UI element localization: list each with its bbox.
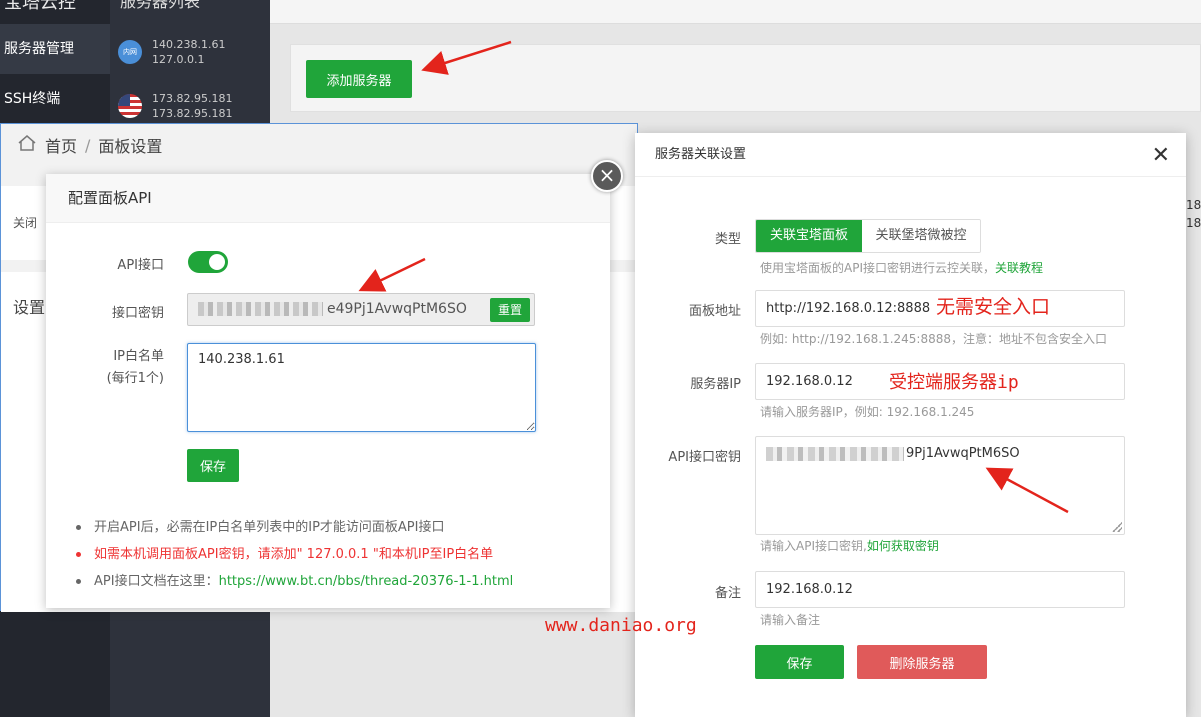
remark-input[interactable]: 192.168.0.12 bbox=[755, 571, 1125, 608]
close-icon[interactable]: × bbox=[591, 160, 623, 192]
home-icon[interactable] bbox=[17, 134, 37, 156]
nav-item-server-management[interactable]: 服务器管理 bbox=[0, 24, 110, 74]
whitelist-label: IP白名单 bbox=[113, 349, 164, 364]
server-ip-primary: 173.82.95.181 bbox=[152, 92, 233, 105]
api-key-value: 9Pj1AvwqPtM6SO bbox=[906, 446, 1020, 461]
api-key-textarea[interactable]: 9Pj1AvwqPtM6SO bbox=[755, 436, 1125, 535]
reset-key-button[interactable]: 重置 bbox=[490, 298, 530, 322]
panel-address-label: 面板地址 bbox=[688, 304, 741, 319]
server-association-dialog: 服务器关联设置 ✕ 类型 关联宝塔面板 关联堡塔微被控 使用宝塔面板的API接口… bbox=[635, 133, 1186, 717]
annotation-no-security-entry: 无需安全入口 bbox=[936, 296, 1051, 318]
lan-badge-icon: 内网 bbox=[118, 40, 142, 64]
toolbar-card: 添加服务器 bbox=[290, 44, 1201, 112]
edge-text: 18 bbox=[1186, 198, 1201, 212]
api-key-value: e49Pj1AvwqPtM6SO bbox=[327, 301, 467, 317]
type-segmented-control: 关联宝塔面板 关联堡塔微被控 bbox=[755, 219, 981, 253]
edge-text: 18 bbox=[1186, 216, 1201, 230]
remark-hint: 请输入备注 bbox=[760, 613, 821, 627]
note-item-warning: 如需本机调用面板API密钥，请添加" 127.0.0.1 "和本机IP至IP白名… bbox=[74, 541, 513, 568]
note-item: 开启API后，必需在IP白名单列表中的IP才能访问面板API接口 bbox=[74, 514, 513, 541]
toggle-knob bbox=[209, 254, 225, 270]
resize-handle-icon[interactable] bbox=[1112, 522, 1122, 532]
server-list-header: 服务器列表 bbox=[120, 0, 201, 11]
panel-address-hint: 例如: http://192.168.1.245:8888，注意：地址不包含安全… bbox=[760, 332, 1107, 346]
watermark: www.daniao.org bbox=[545, 615, 697, 636]
breadcrumb-separator: / bbox=[85, 135, 91, 155]
server-ip-secondary: 127.0.0.1 bbox=[152, 53, 205, 66]
api-toggle-label: API接口 bbox=[117, 258, 164, 273]
server-ip-secondary: 173.82.95.181 bbox=[152, 107, 233, 120]
nav-item-ssh-terminal[interactable]: SSH终端 bbox=[0, 74, 110, 124]
server-ip-hint: 请输入服务器IP，例如: 192.168.1.245 bbox=[760, 405, 975, 419]
partial-close-label: 关闭 bbox=[13, 216, 38, 230]
breadcrumb: 首页 / 面板设置 bbox=[17, 133, 162, 157]
type-option-bt-panel[interactable]: 关联宝塔面板 bbox=[756, 220, 862, 252]
redacted-blur bbox=[198, 302, 323, 316]
ip-whitelist-input[interactable] bbox=[187, 343, 536, 432]
add-server-button[interactable]: 添加服务器 bbox=[306, 60, 412, 98]
delete-server-button[interactable]: 删除服务器 bbox=[857, 645, 987, 679]
annotation-controlled-server-ip: 受控端服务器ip bbox=[889, 372, 1019, 393]
notes-list: 开启API后，必需在IP白名单列表中的IP才能访问面板API接口 如需本机调用面… bbox=[74, 514, 513, 595]
close-icon[interactable]: ✕ bbox=[1152, 143, 1170, 168]
save-button[interactable]: 保存 bbox=[187, 449, 239, 482]
app-logo: 宝塔云控 bbox=[4, 0, 76, 13]
type-label: 类型 bbox=[714, 232, 741, 247]
redacted-blur bbox=[766, 446, 904, 461]
api-toggle[interactable] bbox=[188, 251, 228, 273]
api-config-dialog: 配置面板API API接口 接口密钥 e49Pj1AvwqPtM6SO 重置 I… bbox=[46, 174, 610, 608]
partial-settings-label: 设置 bbox=[13, 298, 46, 317]
us-flag-icon bbox=[118, 94, 142, 118]
api-docs-link[interactable]: https://www.bt.cn/bbs/thread-20376-1-1.h… bbox=[219, 574, 514, 589]
server-list-item[interactable]: 内网 140.238.1.61 127.0.0.1 bbox=[118, 30, 268, 74]
dialog-title: 配置面板API bbox=[46, 174, 610, 223]
api-key-label: 接口密钥 bbox=[111, 306, 164, 321]
server-ip-primary: 140.238.1.61 bbox=[152, 38, 226, 51]
breadcrumb-current: 面板设置 bbox=[98, 137, 163, 156]
api-key-hint: 请输入API接口密钥,如何获取密钥 bbox=[760, 539, 939, 553]
api-key-label: API接口密钥 bbox=[668, 450, 741, 465]
whitelist-sublabel: (每行1个) bbox=[106, 371, 164, 386]
association-tutorial-link[interactable]: 关联教程 bbox=[995, 261, 1043, 275]
server-ip-label: 服务器IP bbox=[690, 377, 741, 392]
get-key-help-link[interactable]: 如何获取密钥 bbox=[867, 539, 939, 553]
save-button[interactable]: 保存 bbox=[755, 645, 844, 679]
breadcrumb-home[interactable]: 首页 bbox=[45, 133, 77, 157]
top-bar bbox=[270, 0, 1201, 24]
api-key-field[interactable]: e49Pj1AvwqPtM6SO 重置 bbox=[187, 293, 535, 326]
server-list-item[interactable]: 173.82.95.181 173.82.95.181 bbox=[118, 84, 268, 128]
dialog-title: 服务器关联设置 bbox=[635, 133, 1186, 177]
remark-label: 备注 bbox=[714, 586, 741, 601]
type-hint: 使用宝塔面板的API接口密钥进行云控关联，关联教程 bbox=[760, 261, 1044, 275]
type-option-bt-micro[interactable]: 关联堡塔微被控 bbox=[862, 220, 980, 252]
note-item: API接口文档在这里：https://www.bt.cn/bbs/thread-… bbox=[74, 568, 513, 595]
